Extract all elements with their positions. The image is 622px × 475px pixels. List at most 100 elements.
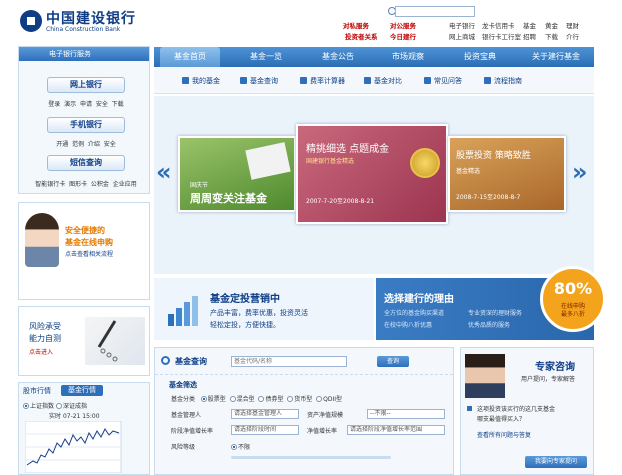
top-link-card[interactable]: 龙卡信用卡 [482,20,515,30]
radio-qdii[interactable] [316,396,323,402]
link-safety[interactable]: 安全 [96,101,108,108]
risk-line1: 风险承受 [29,322,61,331]
top-link-ebank[interactable]: 电子银行 [449,20,475,30]
woman-photo [25,213,59,267]
link-demo[interactable]: 演示 [64,101,76,108]
radio-risk-any[interactable] [231,444,237,450]
filter-title: 基金筛选 [169,381,197,389]
expert-photo [465,354,505,398]
tab-fund-market[interactable]: 基金行情 [61,385,103,396]
risk-line2: 能力自测 [29,334,61,343]
radio-shenzhen[interactable] [55,403,62,409]
promo-link-corporate[interactable]: 对公服务 [390,20,416,30]
mobile-bank-button[interactable]: 手机银行 [47,117,125,133]
top-link-gold[interactable]: 黄金 [545,20,558,30]
expert-all-questions-link[interactable]: 查看所有问题与答复 [477,430,531,439]
ad-line3[interactable]: 点击查看相关流程 [65,249,113,258]
manager-select[interactable]: 请选择基金管理人 [231,409,299,419]
type-qdii: QDII型 [323,396,343,403]
discount-badge[interactable]: 80% 在线申购 最多八折 [540,266,606,332]
carousel-card-strategy[interactable]: 股票投资 策略致胜 基金精选 2008-7-15至2008-8-7 [448,136,566,212]
link-enterprise[interactable]: 企业应用 [113,181,137,188]
risk-test-ad[interactable]: 风险承受 能力自测 点击进入 [18,306,150,376]
tab-invest-guide[interactable]: 投资宝典 [450,47,510,67]
link-intro[interactable]: 介绍 [88,141,100,148]
fund-search-button[interactable]: 查询 [377,356,409,367]
asset-select[interactable]: --不限-- [367,409,445,419]
link-open[interactable]: 开通 [56,141,68,148]
link-apply[interactable]: 申请 [80,101,92,108]
fund-search-input[interactable] [231,356,347,367]
link-example[interactable]: 范例 [72,141,84,148]
subnav-fund-compare-label: 基金对比 [374,77,402,85]
type-label: 基金分类 [171,396,196,403]
growth-select[interactable]: 请选择阶段净值增长率范围 [347,425,445,435]
risk-line3[interactable]: 点击进入 [29,347,53,356]
type-stock: 股票型 [207,396,226,403]
growth-label: 净值增长率 [307,428,338,435]
top-link-wealth[interactable]: 理财 [566,20,579,30]
subnav-fund-query[interactable]: 基金查询 [240,76,278,86]
tab-fund-list[interactable]: 基金一览 [236,47,296,67]
subnav-fee-calculator[interactable]: 费率计算器 [300,76,345,86]
tab-about-ccb-fund[interactable]: 关于建行基金 [520,47,592,67]
link-fund-provident[interactable]: 公积金 [91,181,109,188]
link-graphic-card[interactable]: 图形卡 [69,181,87,188]
link-mobile-safety[interactable]: 安全 [104,141,116,148]
ad-line1: 安全便捷的 [65,226,105,235]
link-login[interactable]: 登录 [48,101,60,108]
carousel-card-fund-weekly[interactable]: 国庆节 周周变关注基金 [178,136,296,212]
top-link-mall[interactable]: 网上商城 [449,31,475,41]
expert-question-2[interactable]: 哪支最值得买入？ [477,414,525,423]
radio-money[interactable] [287,396,294,402]
tab-market-watch[interactable]: 市场观察 [378,47,438,67]
risk-slider-track[interactable] [231,456,391,459]
subnav-fee-calculator-label: 费率计算器 [310,77,345,85]
risk-any-label: 不限 [238,444,251,451]
promo-link-today[interactable]: 今日建行 [390,31,416,41]
link-smart-card[interactable]: 智能银行卡 [35,181,65,188]
manager-label: 基金管理人 [171,412,202,419]
radio-stock[interactable] [200,396,207,402]
ccb-logo[interactable]: 中国建设银行 China Construction Bank [20,8,155,36]
subnav-process-guide[interactable]: 流程指南 [484,76,522,86]
top-link-download[interactable]: 下载 [545,31,558,41]
top-link-intro[interactable]: 介行 [566,31,579,41]
index-sparkline [25,421,122,473]
subnav-faq[interactable]: 常见问答 [424,76,462,86]
site-header: 中国建设银行 China Construction Bank 对私服务 对公服务… [0,0,622,42]
top-link-jobs[interactable]: 招聘 [523,31,536,41]
radio-shanghai[interactable] [23,403,29,409]
mobile-bank-links: 开通 范例 介绍 安全 [25,139,147,148]
top-link-studio[interactable]: 银行卡工行室 [482,31,521,41]
promo-link-private[interactable]: 对私服务 [343,20,369,30]
ask-expert-button[interactable]: 我要向专家提问 [525,456,587,468]
top-link-fund[interactable]: 基金 [523,20,536,30]
online-bank-links: 登录 演示 申请 安全 下载 [25,99,147,108]
search-icon [161,356,170,365]
fund-sip-banner[interactable]: 基金定投营销中 产品丰富，费率优惠，投资灵活 轻松定投，方便快捷。 [154,278,374,340]
header-search-input[interactable] [395,6,475,17]
sip-sub1: 产品丰富，费率优惠，投资灵活 [210,309,308,317]
tab-fund-notice[interactable]: 基金公告 [308,47,368,67]
recent-select[interactable]: 请选择阶段时间 [231,425,299,435]
carousel-next-arrow[interactable]: » [572,158,588,186]
radio-hybrid[interactable] [229,396,236,402]
expert-question-1[interactable]: 这项投资该买行的这几支基金 [477,404,555,413]
carousel-prev-arrow[interactable]: « [156,158,172,186]
subnav-my-fund[interactable]: 我的基金 [182,76,220,86]
sms-query-button[interactable]: 短信查询 [47,155,125,171]
tab-fund-home[interactable]: 基金首页 [160,47,220,67]
pen-checklist-image [85,317,145,365]
subnav-process-guide-label: 流程指南 [494,77,522,85]
online-purchase-ad[interactable]: 安全便捷的 基金在线申购 点击查看相关流程 [18,202,150,300]
subnav-fund-compare[interactable]: 基金对比 [364,76,402,86]
tab-stock-market[interactable]: 股市行情 [23,386,51,396]
promo-link-investor[interactable]: 投资者关系 [345,31,378,41]
hand-paper-image [245,142,291,180]
carousel-card-featured[interactable]: 精挑细选 点题成金 国建银行基金精选 2007-7-20至2008-8-21 [296,124,448,224]
type-bond: 债券型 [265,396,284,403]
link-download[interactable]: 下载 [112,101,124,108]
online-bank-button[interactable]: 网上银行 [47,77,125,93]
radio-bond[interactable] [258,396,265,402]
